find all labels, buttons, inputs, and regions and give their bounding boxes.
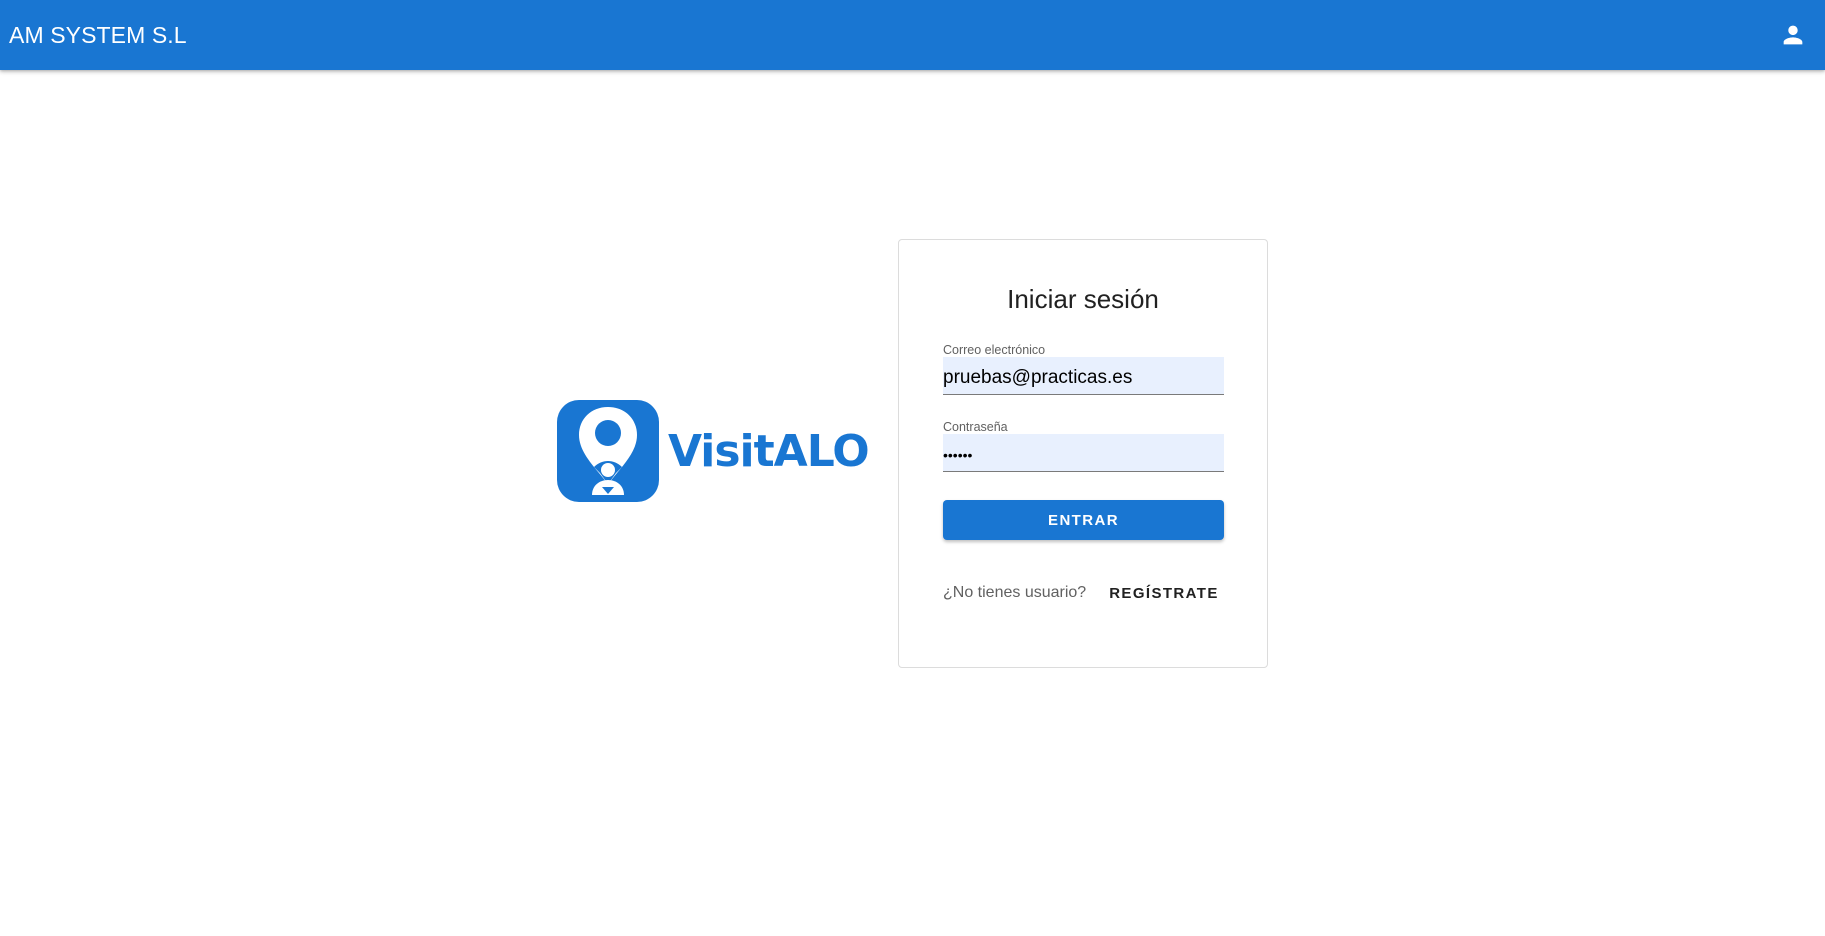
password-label: Contraseña: [943, 420, 1008, 434]
email-input[interactable]: [943, 357, 1224, 395]
password-input[interactable]: [943, 434, 1224, 472]
register-button[interactable]: REGÍSTRATE: [1109, 585, 1219, 602]
app-bar: AM SYSTEM S.L: [0, 0, 1825, 70]
register-row: ¿No tienes usuario? REGÍSTRATE: [943, 582, 1233, 604]
login-card: Iniciar sesión Correo electrónico Contra…: [898, 239, 1268, 668]
visitalo-logo: VisitALO: [557, 399, 870, 503]
login-submit-button[interactable]: ENTRAR: [943, 500, 1224, 540]
location-pin-person-icon: [579, 407, 637, 495]
user-account-button[interactable]: [1775, 17, 1811, 53]
login-title: Iniciar sesión: [1007, 284, 1159, 314]
person-icon: [1783, 25, 1803, 45]
logo-badge: [557, 400, 659, 502]
register-prompt: ¿No tienes usuario?: [943, 584, 1087, 601]
password-field-group: Contraseña: [943, 420, 1224, 472]
email-label: Correo electrónico: [943, 343, 1046, 357]
email-field-group: Correo electrónico: [943, 343, 1224, 395]
app-title: AM SYSTEM S.L: [9, 21, 187, 48]
logo-wordmark: VisitALO: [668, 426, 870, 477]
